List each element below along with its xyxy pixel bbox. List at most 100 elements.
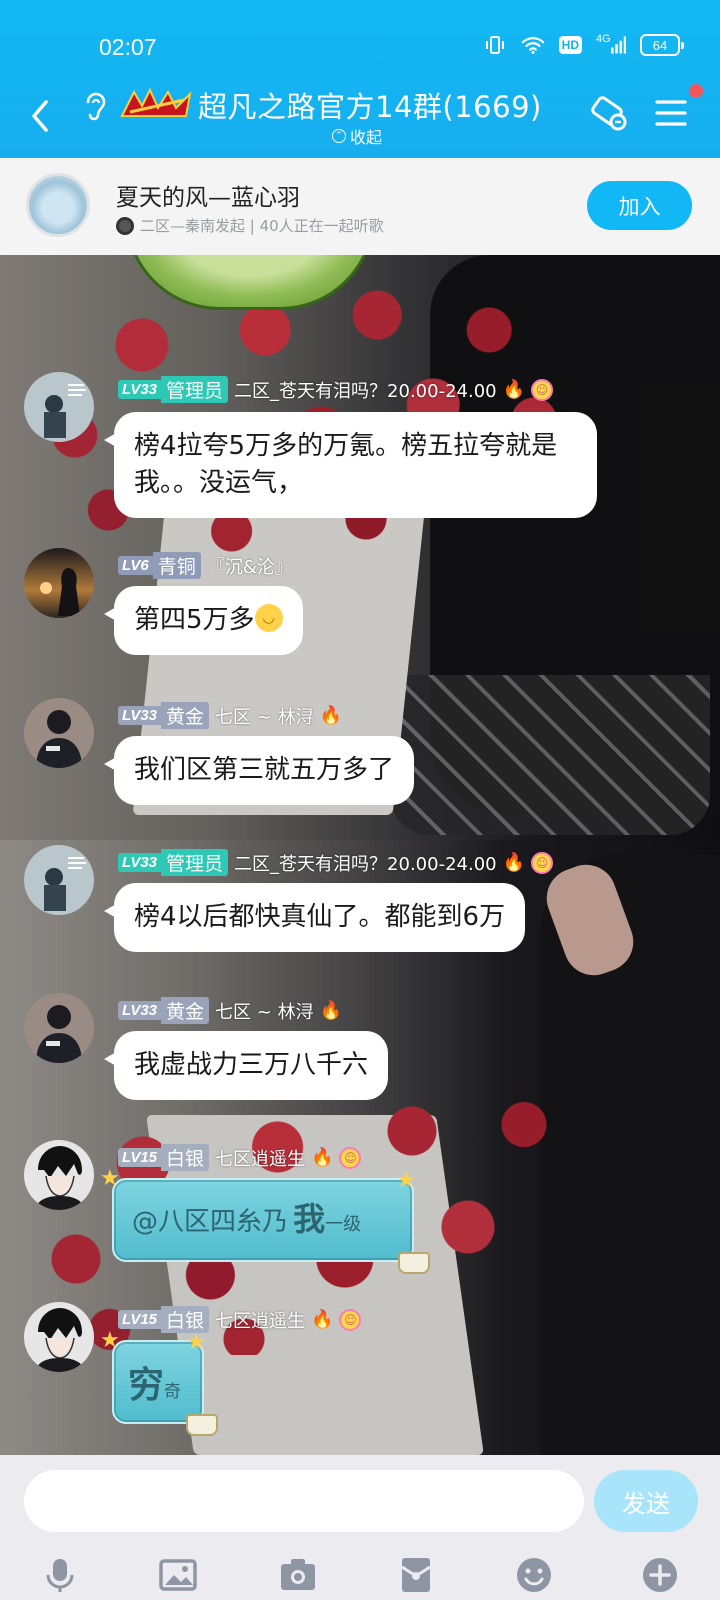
ear-mode-icon[interactable] [82, 88, 108, 122]
avatar[interactable] [24, 1302, 94, 1372]
music-disc-icon [116, 216, 134, 235]
book-icon [398, 1252, 430, 1274]
message-suffix: 一级 [325, 1214, 362, 1235]
sender-name[interactable]: 七区 ~ 林浔 [215, 703, 314, 729]
level-badge: LV15 [118, 1310, 162, 1329]
avatar[interactable] [24, 372, 94, 442]
status-time: 02:07 [99, 34, 157, 60]
collapse-label: 收起 [350, 128, 383, 147]
message-bubble[interactable]: 我们区第三就五万多了 [103, 736, 415, 805]
sender-meta: LV33 黄金 七区 ~ 林浔 🔥 [118, 997, 342, 1024]
message-text: 第四5万多 [134, 605, 255, 635]
red-packet-icon[interactable] [396, 1555, 436, 1595]
status-icons: HD 4G 64 [483, 33, 684, 57]
plus-icon[interactable] [640, 1555, 680, 1595]
network-type: 4G [596, 33, 611, 45]
message-bubble[interactable]: 榜4拉夸5万多的万氪。榜五拉夸就是我。。没运气， [104, 412, 597, 518]
message-bubble[interactable]: 穷奇 ★ ★ [100, 1328, 218, 1436]
level-badge: LV15 [118, 1148, 162, 1167]
group-title[interactable]: 超凡之路官方14群(1669) [198, 84, 542, 126]
fire-icon: 🔥 [311, 1309, 334, 1330]
song-cover [26, 173, 90, 237]
listen-together-bar[interactable]: 夏天的风—蓝心羽 二区—秦南发起 | 40人正在一起听歌 加入 [0, 158, 720, 255]
mention-text[interactable]: @八区四糸乃 [132, 1207, 288, 1237]
sender-meta: LV15 白银 七区逍遥生 🔥 ☺ [118, 1144, 362, 1171]
message-bubble[interactable]: 我虚战力三万八千六 [103, 1031, 389, 1100]
avatar[interactable] [24, 993, 94, 1063]
role-badge: 白银 [161, 1144, 210, 1171]
song-title: 夏天的风—蓝心羽 [116, 185, 300, 211]
avatar[interactable] [24, 548, 94, 618]
hd-badge: HD [558, 36, 582, 54]
role-badge: 管理员 [161, 849, 229, 876]
listen-subtitle-text: 二区—秦南发起 | 40人正在一起听歌 [140, 217, 384, 235]
role-badge: 黄金 [161, 997, 210, 1024]
wifi-icon [521, 33, 545, 57]
fire-icon: 🔥 [319, 705, 342, 726]
role-badge: 管理员 [161, 376, 229, 403]
avatar[interactable] [24, 845, 94, 915]
back-button[interactable] [26, 96, 56, 136]
camera-icon[interactable] [278, 1555, 318, 1595]
role-badge: 青铜 [152, 552, 201, 579]
fire-icon: 🔥 [502, 852, 526, 873]
level-badge: LV33 [118, 1001, 162, 1020]
level-badge: LV33 [118, 853, 162, 872]
smile-badge-icon: ☺ [339, 1308, 362, 1331]
fire-icon: 🔥 [311, 1147, 334, 1168]
sender-meta: LV33 黄金 七区 ~ 林浔 🔥 [118, 702, 342, 729]
emoji-icon[interactable] [514, 1555, 554, 1595]
star-icon: ★ [100, 1328, 120, 1353]
sender-name[interactable]: 二区_苍天有泪吗？20.00-24.00 [234, 377, 497, 403]
message-text: 我 [293, 1200, 326, 1238]
role-badge: 黄金 [161, 702, 210, 729]
game-logo-icon [120, 86, 194, 120]
listen-subtitle: 二区—秦南发起 | 40人正在一起听歌 [116, 215, 384, 236]
level-badge: LV33 [118, 380, 162, 399]
message-text: 穷 [128, 1365, 165, 1406]
chat-header: 02:07 HD 4G 64 超凡之路官方14群(1669) ⌃ 收起 [0, 0, 720, 158]
avatar[interactable] [24, 1140, 94, 1210]
send-button[interactable]: 发送 [594, 1470, 698, 1532]
notification-dot [689, 84, 703, 98]
sender-meta: LV15 白银 七区逍遥生 🔥 ☺ [118, 1306, 362, 1333]
share-icon[interactable] [588, 94, 630, 134]
fire-icon: 🔥 [319, 1000, 342, 1021]
signal-icon: 4G [596, 33, 626, 57]
microphone-icon[interactable] [40, 1555, 80, 1595]
join-button[interactable]: 加入 [587, 181, 692, 230]
star-icon: ★ [186, 1330, 206, 1355]
fire-icon: 🔥 [502, 379, 526, 400]
image-icon[interactable] [158, 1555, 198, 1595]
avatar[interactable] [24, 698, 94, 768]
sender-name[interactable]: 七区逍遥生 [215, 1307, 305, 1333]
level-badge: LV33 [118, 706, 162, 725]
star-icon: ★ [396, 1168, 416, 1193]
sender-name[interactable]: 七区 ~ 林浔 [215, 998, 314, 1024]
input-bar: 发送 [0, 1455, 720, 1600]
relieved-emoji-icon: ◡ [254, 603, 283, 632]
message-bubble[interactable]: 第四5万多 ◡ [104, 586, 303, 655]
message-suffix: 奇 [164, 1382, 182, 1402]
smile-badge-icon: ☺ [531, 378, 554, 401]
menu-icon[interactable] [654, 98, 688, 128]
battery-level: 64 [652, 37, 668, 53]
message-input[interactable] [24, 1470, 584, 1532]
sender-name[interactable]: 二区_苍天有泪吗？20.00-24.00 [234, 850, 497, 876]
battery-icon: 64 [640, 34, 684, 56]
sender-meta: LV33 管理员 二区_苍天有泪吗？20.00-24.00 🔥 ☺ [118, 376, 554, 403]
sender-meta: LV6 青铜 『沉&沦』 [118, 552, 293, 579]
sender-name[interactable]: 『沉&沦』 [207, 553, 293, 579]
collapse-toggle[interactable]: ⌃ 收起 [332, 124, 382, 148]
level-badge: LV6 [118, 556, 153, 575]
sender-name[interactable]: 七区逍遥生 [215, 1145, 305, 1171]
smile-badge-icon: ☺ [339, 1146, 362, 1169]
chevron-up-icon: ⌃ [332, 129, 346, 143]
star-icon: ★ [100, 1166, 120, 1191]
message-bubble[interactable]: @八区四糸乃 我一级 ★ ★ [100, 1166, 430, 1274]
role-badge: 白银 [161, 1306, 210, 1333]
sender-meta: LV33 管理员 二区_苍天有泪吗？20.00-24.00 🔥 ☺ [118, 849, 554, 876]
book-icon [186, 1414, 218, 1436]
vibrate-icon [483, 33, 507, 57]
message-bubble[interactable]: 榜4以后都快真仙了。都能到6万 [103, 883, 526, 952]
